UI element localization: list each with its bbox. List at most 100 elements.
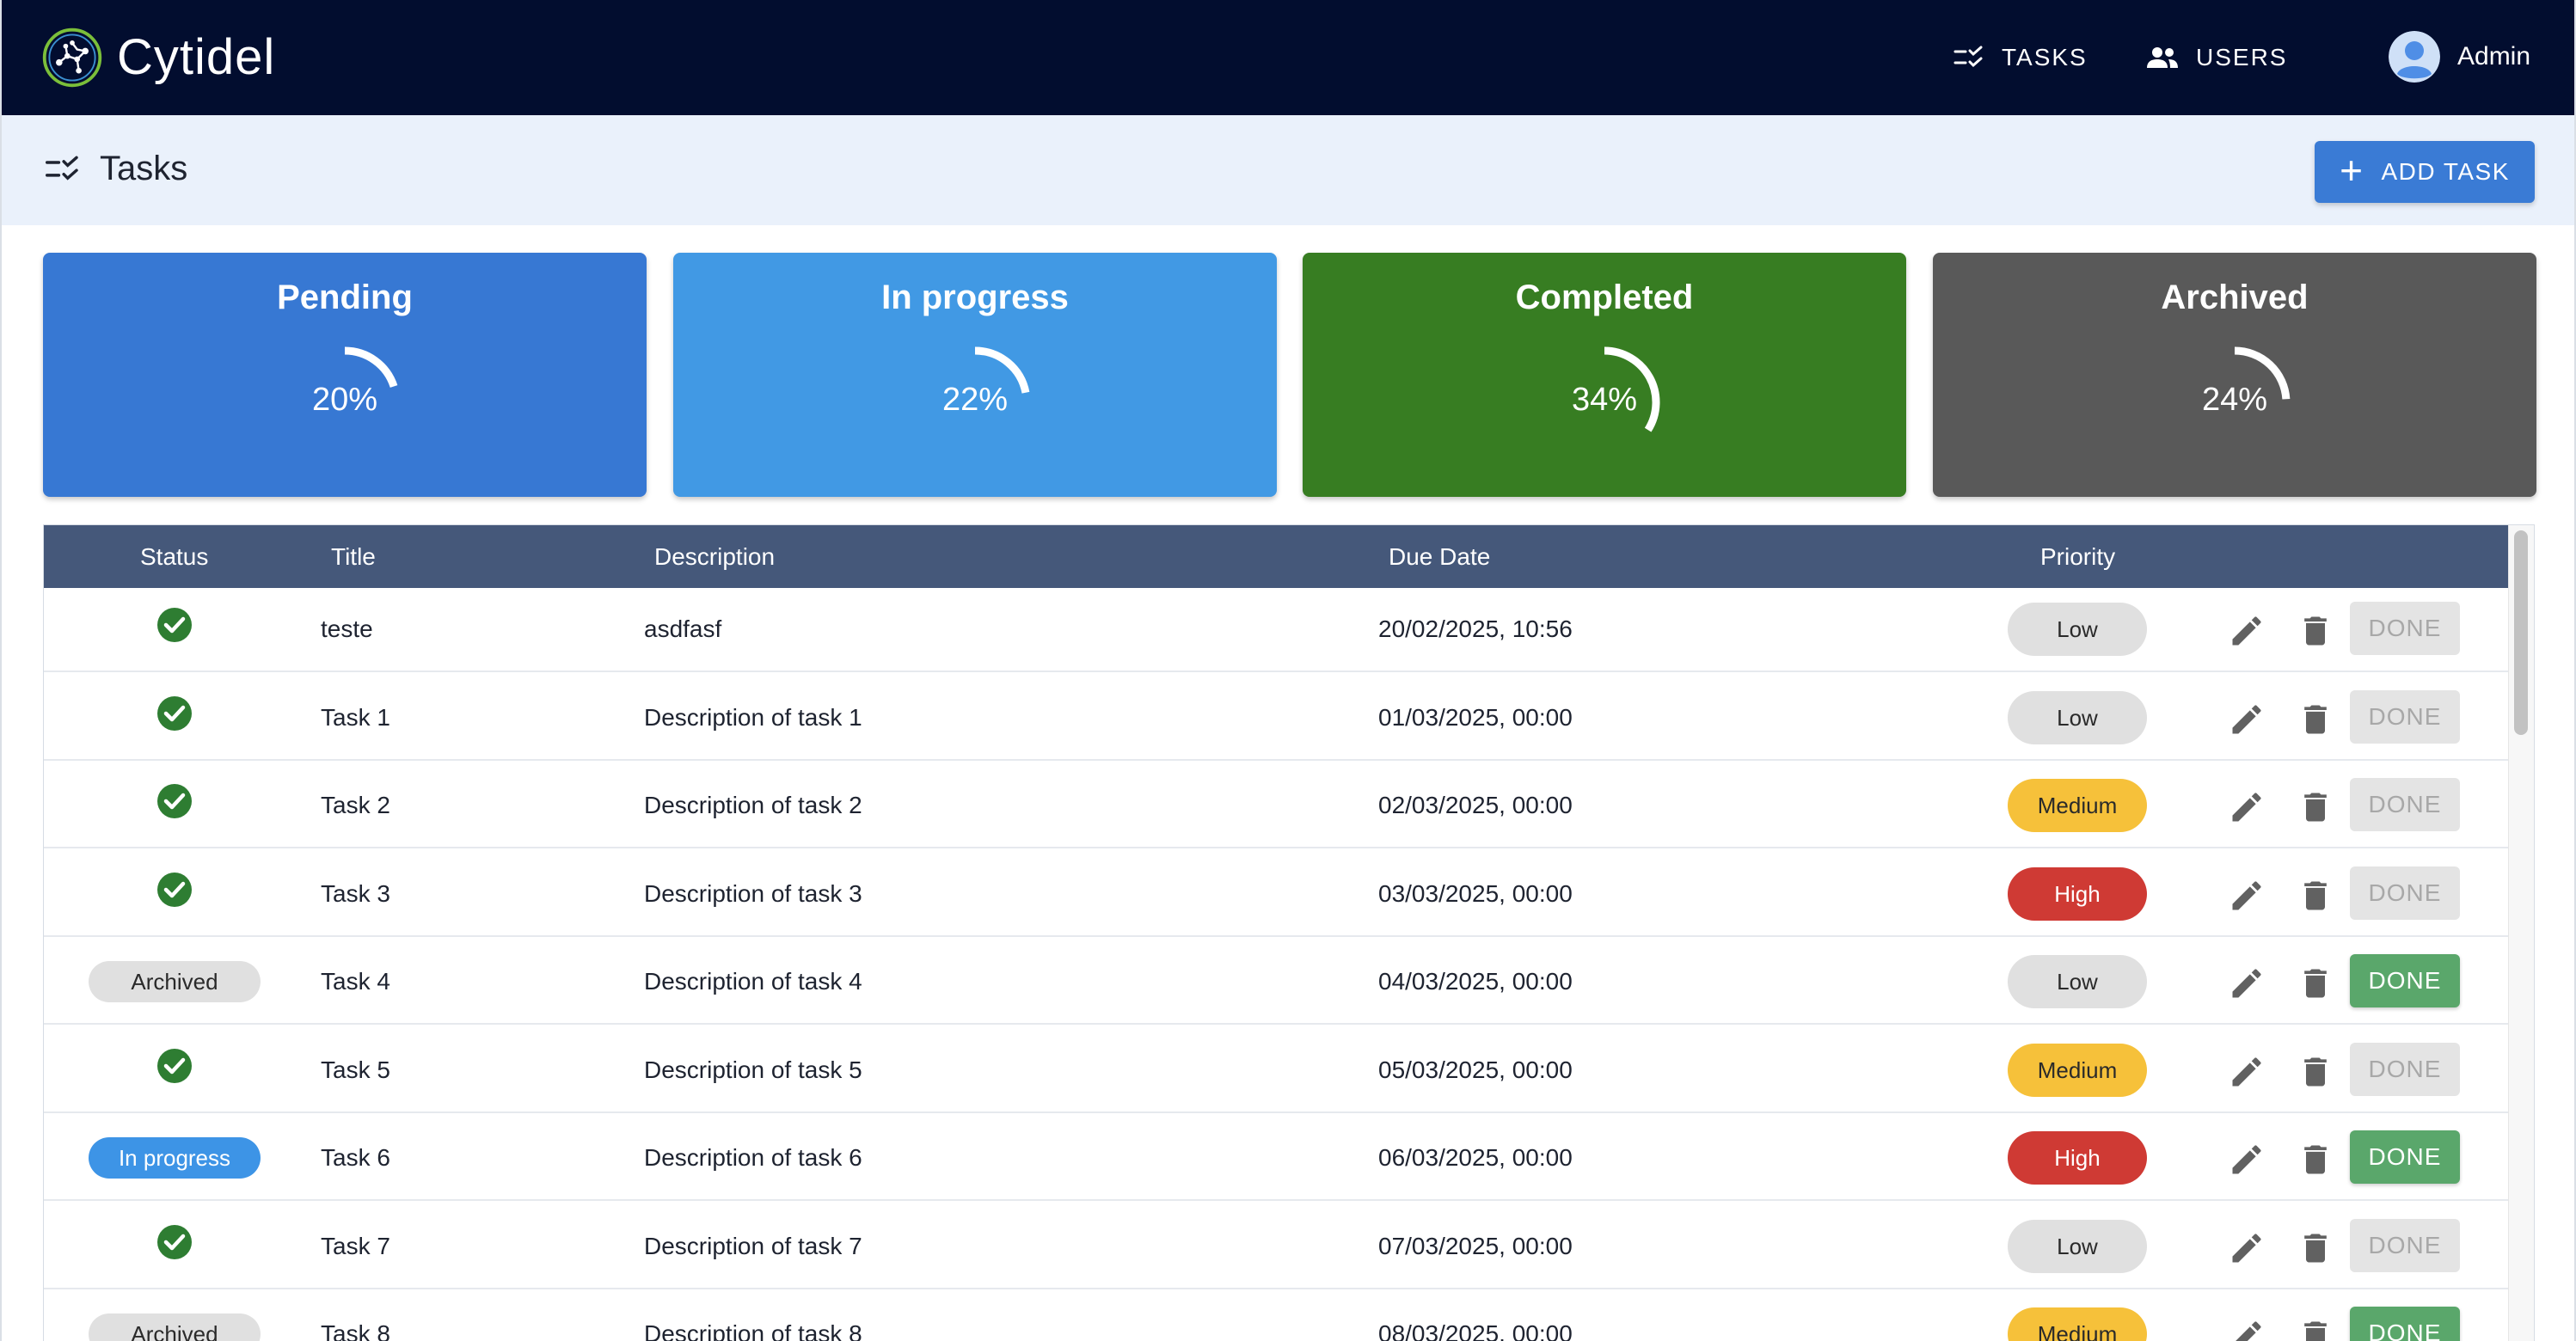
status-badge: In progress bbox=[89, 1137, 261, 1179]
scrollbar-thumb[interactable] bbox=[2514, 530, 2528, 735]
delete-button[interactable] bbox=[2297, 701, 2334, 738]
add-task-button[interactable]: + ADD TASK bbox=[2315, 141, 2535, 203]
column-header-title[interactable]: Title bbox=[331, 525, 376, 588]
status-cell bbox=[44, 588, 305, 670]
edit-button[interactable] bbox=[2228, 701, 2266, 738]
table-row[interactable]: Task 5 Description of task 5 05/03/2025, 0… bbox=[44, 1028, 2508, 1113]
trash-icon bbox=[2304, 1321, 2327, 1341]
delete-button[interactable] bbox=[2297, 1229, 2334, 1267]
pencil-icon bbox=[2232, 1233, 2261, 1262]
priority-cell: Low bbox=[2008, 677, 2147, 759]
edit-button[interactable] bbox=[2228, 1317, 2266, 1341]
pencil-icon bbox=[2232, 704, 2261, 733]
column-header-due-date[interactable]: Due Date bbox=[1389, 525, 1490, 588]
table-row[interactable]: Task 1 Description of task 1 01/03/2025, 0… bbox=[44, 676, 2508, 761]
mark-done-button[interactable]: DONE bbox=[2350, 1307, 2460, 1341]
priority-cell: Low bbox=[2008, 588, 2147, 670]
task-due-date: 07/03/2025, 00:00 bbox=[1378, 1232, 1573, 1259]
priority-cell: Low bbox=[2008, 940, 2147, 1023]
priority-badge: Low bbox=[2008, 603, 2147, 656]
status-cell: Archived bbox=[44, 940, 305, 1023]
nav-tasks[interactable]: TASKS bbox=[1953, 34, 2088, 81]
stat-card-title: In progress bbox=[881, 279, 1069, 316]
edit-button[interactable] bbox=[2228, 1053, 2266, 1091]
task-due-date: 08/03/2025, 00:00 bbox=[1378, 1320, 1573, 1341]
status-badge: Archived bbox=[89, 961, 261, 1002]
task-description: Description of task 6 bbox=[644, 1144, 862, 1171]
page-title: Tasks bbox=[100, 150, 188, 187]
check-circle-icon bbox=[157, 1048, 192, 1083]
task-list-icon bbox=[46, 156, 78, 181]
status-badge: Archived bbox=[89, 1313, 261, 1341]
task-due-date: 04/03/2025, 00:00 bbox=[1378, 968, 1573, 995]
task-description: Description of task 2 bbox=[644, 792, 862, 818]
task-description: Description of task 5 bbox=[644, 1056, 862, 1083]
priority-badge: Medium bbox=[2008, 779, 2147, 832]
priority-badge: Low bbox=[2008, 955, 2147, 1008]
stat-card-archived: Archived 24% bbox=[1933, 253, 2536, 497]
page-header: Tasks + ADD TASK bbox=[2, 115, 2574, 225]
delete-button[interactable] bbox=[2297, 964, 2334, 1002]
task-description: Description of task 4 bbox=[644, 968, 862, 995]
trash-icon bbox=[2304, 1145, 2327, 1174]
edit-button[interactable] bbox=[2228, 1141, 2266, 1179]
delete-button[interactable] bbox=[2297, 1141, 2334, 1179]
priority-badge: Medium bbox=[2008, 1307, 2147, 1341]
delete-button[interactable] bbox=[2297, 612, 2334, 650]
table-header: Status Title Description Due Date Priori… bbox=[44, 525, 2508, 588]
user-menu[interactable]: Admin bbox=[2389, 31, 2530, 83]
nav-users[interactable]: USERS bbox=[2146, 34, 2287, 81]
brand[interactable]: Cytidel bbox=[40, 26, 275, 89]
table-row[interactable]: Task 7 Description of task 7 07/03/2025, 0… bbox=[44, 1204, 2508, 1289]
priority-cell: Low bbox=[2008, 1205, 2147, 1288]
table-row[interactable]: Archived Task 8 Description of task 8 08/03… bbox=[44, 1293, 2508, 1341]
delete-button[interactable] bbox=[2297, 877, 2334, 915]
status-cell: Archived bbox=[44, 1293, 305, 1341]
task-description: asdfasf bbox=[644, 615, 722, 642]
task-title: Task 5 bbox=[321, 1056, 390, 1083]
column-header-status[interactable]: Status bbox=[140, 525, 208, 588]
mark-done-button: DONE bbox=[2350, 866, 2460, 920]
mark-done-button: DONE bbox=[2350, 602, 2460, 655]
column-header-priority[interactable]: Priority bbox=[2040, 525, 2115, 588]
delete-button[interactable] bbox=[2297, 1317, 2334, 1341]
column-header-description[interactable]: Description bbox=[654, 525, 775, 588]
pencil-icon bbox=[2232, 1056, 2261, 1086]
task-due-date: 20/02/2025, 10:56 bbox=[1378, 615, 1573, 642]
task-description: Description of task 8 bbox=[644, 1320, 862, 1341]
priority-cell: High bbox=[2008, 853, 2147, 935]
pencil-icon bbox=[2232, 616, 2261, 646]
delete-button[interactable] bbox=[2297, 788, 2334, 826]
mark-done-button[interactable]: DONE bbox=[2350, 1130, 2460, 1184]
edit-button[interactable] bbox=[2228, 964, 2266, 1002]
table-row[interactable]: teste asdfasf 20/02/2025, 10:56 Low DONE bbox=[44, 588, 2508, 672]
stat-card-percent: 34% bbox=[1571, 382, 1638, 418]
task-title: Task 2 bbox=[321, 792, 390, 818]
users-group-icon bbox=[2147, 47, 2178, 68]
edit-button[interactable] bbox=[2228, 1229, 2266, 1267]
delete-button[interactable] bbox=[2297, 1053, 2334, 1091]
task-due-date: 03/03/2025, 00:00 bbox=[1378, 879, 1573, 907]
priority-badge: High bbox=[2008, 1131, 2147, 1185]
table-scrollbar[interactable] bbox=[2508, 525, 2534, 1341]
mark-done-button[interactable]: DONE bbox=[2350, 954, 2460, 1007]
table-row[interactable]: In progress Task 6 Description of task 6 06… bbox=[44, 1117, 2508, 1201]
edit-button[interactable] bbox=[2228, 788, 2266, 826]
task-description: Description of task 3 bbox=[644, 879, 862, 907]
status-cell: In progress bbox=[44, 1117, 305, 1199]
trash-icon bbox=[2304, 793, 2327, 822]
trash-icon bbox=[2304, 1234, 2327, 1262]
table-row[interactable]: Task 2 Description of task 2 02/03/2025, 0… bbox=[44, 764, 2508, 848]
table-row[interactable]: Task 3 Description of task 3 03/03/2025, 0… bbox=[44, 852, 2508, 937]
table-row[interactable]: Archived Task 4 Description of task 4 04/03… bbox=[44, 940, 2508, 1025]
task-title: Task 8 bbox=[321, 1320, 390, 1341]
stat-card-percent: 24% bbox=[2201, 382, 2268, 418]
tasks-table: Status Title Description Due Date Priori… bbox=[43, 524, 2535, 1341]
edit-button[interactable] bbox=[2228, 612, 2266, 650]
trash-icon bbox=[2304, 616, 2327, 646]
user-name: Admin bbox=[2457, 42, 2531, 70]
brand-name: Cytidel bbox=[117, 29, 276, 85]
edit-button[interactable] bbox=[2228, 877, 2266, 915]
top-app-bar: Cytidel TASKS USERS Admin bbox=[2, 0, 2574, 115]
add-task-label: ADD TASK bbox=[2381, 158, 2510, 185]
